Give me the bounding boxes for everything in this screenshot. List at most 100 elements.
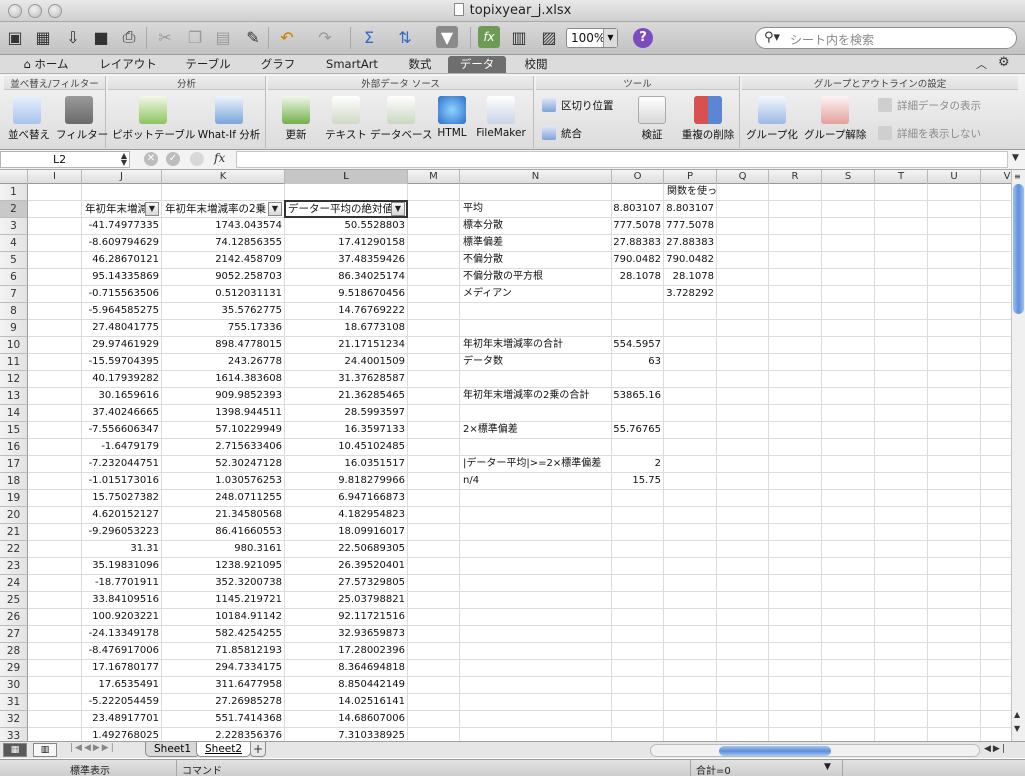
data-cell[interactable]: 898.4778015 xyxy=(162,337,285,353)
data-cell[interactable]: 2.715633406 xyxy=(162,439,285,455)
stat-label[interactable]: データ数 xyxy=(460,354,612,370)
data-cell[interactable]: 17.41290158 xyxy=(285,235,408,251)
data-cell[interactable]: 551.7414368 xyxy=(162,711,285,727)
stat-value[interactable]: 2 xyxy=(612,456,664,472)
data-cell[interactable]: 22.50689305 xyxy=(285,541,408,557)
stat-label[interactable]: |データー平均|>=2×標準偏差 xyxy=(460,456,612,472)
row-header[interactable]: 29 xyxy=(0,660,28,677)
pivot-table-button[interactable]: ピボットテーブル xyxy=(112,96,195,142)
tab-home[interactable]: ⌂ ホーム xyxy=(14,56,78,73)
new-from-template-icon[interactable]: ▦ xyxy=(32,26,54,48)
data-cell[interactable]: 352.3200738 xyxy=(162,575,285,591)
data-cell[interactable]: 17.6535491 xyxy=(82,677,162,693)
data-cell[interactable]: 8.850442149 xyxy=(285,677,408,693)
data-cell[interactable]: 29.97461929 xyxy=(82,337,162,353)
format-painter-icon[interactable]: ✎ xyxy=(242,26,264,48)
data-cell[interactable]: -7.232044751 xyxy=(82,456,162,472)
data-cell[interactable]: 35.19831096 xyxy=(82,558,162,574)
row-header[interactable]: 21 xyxy=(0,524,28,541)
data-cell[interactable]: 4.182954823 xyxy=(285,507,408,523)
add-sheet-button[interactable]: + xyxy=(250,742,266,757)
stat-value[interactable]: 53865.16 xyxy=(612,388,664,404)
row-header[interactable]: 4 xyxy=(0,235,28,252)
column-header-T[interactable]: T xyxy=(875,170,928,184)
tab-review[interactable]: 校閲 xyxy=(514,56,558,73)
normal-view-icon[interactable]: ▦ xyxy=(3,743,27,757)
data-cell[interactable]: 10184.91142 xyxy=(162,609,285,625)
table-header-cell[interactable]: 年初年末増減率 ▼ xyxy=(82,201,161,217)
sort-button[interactable]: 並べ替え xyxy=(8,96,50,142)
data-cell[interactable]: 2142.458709 xyxy=(162,252,285,268)
stat-label[interactable]: n/4 xyxy=(460,473,612,489)
scroll-up-icon[interactable]: ▲ xyxy=(1014,710,1020,719)
data-cell[interactable]: 74.12856355 xyxy=(162,235,285,251)
column-header-Q[interactable]: Q xyxy=(717,170,769,184)
data-cell[interactable]: -5.964585275 xyxy=(82,303,162,319)
data-cell[interactable]: 18.6773108 xyxy=(285,320,408,336)
column-header-N[interactable]: N xyxy=(460,170,612,184)
function-icon[interactable]: fx xyxy=(478,26,500,48)
data-cell[interactable]: 27.48041775 xyxy=(82,320,162,336)
data-cell[interactable]: 23.48917701 xyxy=(82,711,162,727)
status-sum-menu-icon[interactable]: ▼ xyxy=(824,762,831,776)
row-header[interactable]: 27 xyxy=(0,626,28,643)
data-cell[interactable]: 1614.383608 xyxy=(162,371,285,387)
row-header[interactable]: 17 xyxy=(0,456,28,473)
data-cell[interactable]: 30.1659616 xyxy=(82,388,162,404)
column-header-V[interactable]: V xyxy=(981,170,1011,184)
stat-value[interactable]: 554.5957 xyxy=(612,337,664,353)
row-header[interactable]: 33 xyxy=(0,728,28,741)
data-cell[interactable]: 243.26778 xyxy=(162,354,285,370)
section-label[interactable]: 関数を使った場合 xyxy=(664,184,717,200)
name-box[interactable]: L2 ▲ ▼ xyxy=(0,151,130,168)
data-cell[interactable]: 26.39520401 xyxy=(285,558,408,574)
consolidate-button[interactable]: 統合 xyxy=(542,126,582,141)
column-header-J[interactable]: J xyxy=(82,170,162,184)
row-header[interactable]: 18 xyxy=(0,473,28,490)
data-cell[interactable]: 71.85812193 xyxy=(162,643,285,659)
stat-value[interactable]: 777.5078 xyxy=(612,218,664,234)
stat-label[interactable]: 平均 xyxy=(460,201,612,217)
open-icon[interactable]: ⇩ xyxy=(62,26,84,48)
cut-icon[interactable]: ✂ xyxy=(154,26,176,48)
stat-value[interactable]: 28.1078 xyxy=(612,269,664,285)
data-cell[interactable]: 2.228356376 xyxy=(162,728,285,741)
data-cell[interactable]: 311.6477958 xyxy=(162,677,285,693)
data-cell[interactable]: 1398.944511 xyxy=(162,405,285,421)
column-header-I[interactable]: I xyxy=(28,170,82,184)
scroll-down-icon[interactable]: ▼ xyxy=(1014,724,1020,733)
tab-smartart[interactable]: SmartArt xyxy=(316,56,388,73)
row-header[interactable]: 1 xyxy=(0,184,28,201)
sort-icon[interactable]: ⇅ xyxy=(394,26,416,48)
html-import-button[interactable]: HTML xyxy=(434,96,470,139)
data-cell[interactable]: 909.9852393 xyxy=(162,388,285,404)
row-header[interactable]: 32 xyxy=(0,711,28,728)
chevron-down-icon[interactable]: ▼ xyxy=(1012,153,1019,163)
data-cell[interactable]: 8.364694818 xyxy=(285,660,408,676)
data-cell[interactable]: 24.4001509 xyxy=(285,354,408,370)
data-cell[interactable]: -0.715563506 xyxy=(82,286,162,302)
row-header[interactable]: 25 xyxy=(0,592,28,609)
gallery-icon[interactable]: ▥ xyxy=(508,26,530,48)
data-cell[interactable]: 18.09916017 xyxy=(285,524,408,540)
data-cell[interactable]: 86.34025174 xyxy=(285,269,408,285)
data-cell[interactable]: 95.14335869 xyxy=(82,269,162,285)
stat-value[interactable]: 63 xyxy=(612,354,664,370)
filemaker-import-button[interactable]: FileMaker xyxy=(474,96,528,139)
data-cell[interactable]: 9.818279966 xyxy=(285,473,408,489)
row-header[interactable]: 2 xyxy=(0,201,28,218)
data-cell[interactable]: 50.5528803 xyxy=(285,218,408,234)
data-cell[interactable]: 31.31 xyxy=(82,541,162,557)
tab-formulas[interactable]: 数式 xyxy=(398,56,442,73)
data-cell[interactable]: 14.68607006 xyxy=(285,711,408,727)
tab-data[interactable]: データ xyxy=(448,56,506,73)
undo-icon[interactable]: ↶ xyxy=(276,26,298,48)
stat-value[interactable]: 55.76765 xyxy=(612,422,664,438)
zoom-select[interactable]: 100% ▼ xyxy=(566,28,618,48)
row-header[interactable]: 3 xyxy=(0,218,28,235)
data-cell[interactable]: 16.0351517 xyxy=(285,456,408,472)
refresh-button[interactable]: 更新 xyxy=(272,96,320,142)
data-cell[interactable]: -5.222054459 xyxy=(82,694,162,710)
data-validation-button[interactable]: 検証 xyxy=(630,96,674,142)
row-header[interactable]: 6 xyxy=(0,269,28,286)
